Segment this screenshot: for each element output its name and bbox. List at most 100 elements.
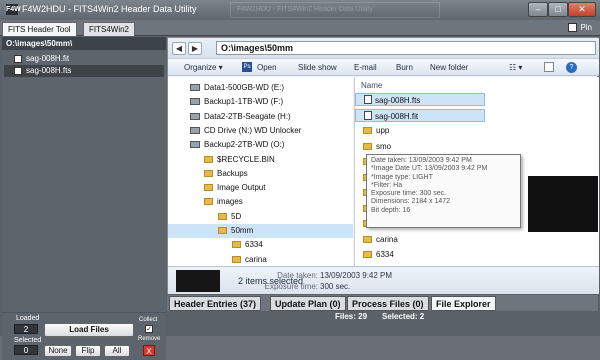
drive-icon bbox=[190, 126, 200, 134]
tree-node-label: images bbox=[217, 197, 243, 207]
tree-node-label: Data1-500GB-WD (E:) bbox=[204, 83, 285, 92]
tree-node[interactable]: CD Drive (N:) WD Unlocker bbox=[168, 124, 353, 138]
tree-node[interactable]: $RECYCLE.BIN bbox=[168, 153, 353, 167]
tree-node-label: Image Output bbox=[217, 183, 266, 193]
tree-node-label: Data2-2TB-Seagate (H:) bbox=[204, 111, 291, 121]
left-path-label: O:\images\50mm\ bbox=[2, 37, 166, 50]
minimize-button[interactable]: – bbox=[528, 2, 548, 17]
date-taken-value: 13/09/2003 9:42 PM bbox=[320, 271, 393, 280]
drive-icon bbox=[190, 141, 200, 149]
slide-show-button[interactable]: Slide show bbox=[298, 63, 337, 72]
close-button[interactable]: ✕ bbox=[568, 2, 596, 17]
new-folder-button[interactable]: New folder bbox=[430, 63, 468, 72]
tooltip-line: Exposure time: 300 sec. bbox=[371, 190, 447, 198]
file-list-item[interactable]: sag-008H.fts bbox=[355, 93, 485, 106]
details-pane: 2 items selected Date taken: 13/09/2003 … bbox=[168, 266, 599, 294]
tab-file-explorer[interactable]: File Explorer bbox=[431, 296, 496, 311]
file-list-label: 6334 bbox=[376, 250, 394, 259]
select-none-button[interactable]: None bbox=[44, 345, 72, 357]
folder-icon bbox=[218, 227, 227, 234]
tooltip-line: Bit depth: 16 bbox=[371, 206, 411, 214]
pin-checkbox[interactable] bbox=[568, 23, 578, 33]
tab-fits-header-tool[interactable]: FITS Header Tool bbox=[2, 22, 77, 36]
tree-node[interactable]: Backups bbox=[168, 167, 353, 181]
tab-process-files[interactable]: Process Files (0) bbox=[347, 296, 429, 311]
file-checkbox[interactable] bbox=[14, 55, 22, 63]
folder-tree: Data1-500GB-WD (E:) Backup1-1TB-WD (F:) Da… bbox=[168, 77, 353, 266]
file-list-item[interactable]: upp bbox=[355, 124, 485, 137]
load-files-button[interactable]: Load Files bbox=[44, 323, 134, 337]
flip-selection-button[interactable]: Flip bbox=[75, 345, 101, 357]
tree-node[interactable]: 50mm bbox=[168, 224, 353, 238]
file-list-item[interactable]: carina bbox=[355, 233, 485, 246]
folder-icon bbox=[204, 155, 213, 163]
tree-node[interactable]: 5D bbox=[168, 210, 353, 224]
forward-button[interactable]: ▶ bbox=[188, 42, 202, 55]
ghost-window-title: F4W2HDU - FITS4Win2 Header Data Utility bbox=[230, 2, 440, 18]
drive-icon bbox=[190, 112, 200, 120]
app-icon: F4W bbox=[6, 4, 21, 15]
organize-menu[interactable]: Organize ▾ bbox=[184, 63, 223, 72]
file-info-tooltip: Date taken: 13/09/2003 9:42 PM *Image Da… bbox=[366, 154, 521, 228]
top-tab-bar: FITS Header Tool FITS4Win2 Pin bbox=[0, 20, 600, 36]
folder-icon bbox=[363, 251, 372, 258]
select-all-button[interactable]: All bbox=[104, 345, 130, 357]
minimize-icon: – bbox=[535, 4, 541, 14]
collect-checkbox[interactable]: ✓ bbox=[145, 325, 153, 333]
file-icon bbox=[364, 110, 372, 120]
loaded-file-item[interactable]: sag-008H.fit bbox=[4, 53, 164, 65]
tree-node[interactable]: Image Output bbox=[168, 181, 353, 195]
tree-node[interactable]: images bbox=[168, 195, 353, 209]
help-icon[interactable]: ? bbox=[566, 62, 577, 73]
name-column-header[interactable]: Name bbox=[361, 81, 382, 90]
tree-node-label: Backup2-2TB-WD (O:) bbox=[204, 140, 285, 150]
preview-pane-icon[interactable] bbox=[544, 62, 554, 72]
tree-node-label: carina bbox=[245, 254, 267, 264]
exposure-time-value: 300 sec. bbox=[320, 282, 351, 291]
tab-fits4win2[interactable]: FITS4Win2 bbox=[83, 22, 136, 36]
address-bar: ◀ ▶ O:\images\50mm bbox=[168, 38, 599, 58]
tree-node-label: 5D bbox=[231, 211, 242, 221]
left-footer: Loaded 2 Selected 0 Load Files Collect ✓… bbox=[2, 313, 166, 360]
file-list-label: sag-008H.fts bbox=[375, 96, 421, 105]
remove-files-button[interactable]: X bbox=[143, 345, 155, 356]
folder-icon bbox=[204, 198, 213, 206]
tooltip-line: Date taken: 13/09/2003 9:42 PM bbox=[371, 157, 472, 164]
image-thumbnail bbox=[528, 176, 598, 232]
selected-label: Selected bbox=[14, 337, 42, 344]
folder-icon bbox=[232, 255, 241, 263]
main-window: F4W F4W2HDU - FITS4Win2 Header Data Util… bbox=[0, 0, 600, 360]
tab-update-plan[interactable]: Update Plan (0) bbox=[270, 296, 346, 311]
folder-icon bbox=[204, 184, 213, 192]
file-list-item[interactable]: 6334 bbox=[355, 248, 485, 261]
open-button[interactable]: Open bbox=[257, 63, 277, 72]
back-button[interactable]: ◀ bbox=[172, 42, 186, 55]
address-input[interactable]: O:\images\50mm bbox=[216, 41, 596, 55]
file-list-item[interactable]: sag-008H.fit bbox=[355, 108, 485, 122]
file-list-item[interactable]: smo bbox=[355, 140, 485, 153]
folder-icon bbox=[363, 142, 372, 150]
folder-icon bbox=[204, 169, 213, 177]
status-files: Files: 29 bbox=[335, 312, 368, 321]
tree-node[interactable]: Backup1-1TB-WD (F:) bbox=[168, 95, 353, 109]
email-button[interactable]: E-mail bbox=[354, 63, 377, 72]
tree-node[interactable]: Data2-2TB-Seagate (H:) bbox=[168, 110, 353, 124]
loaded-label: Loaded bbox=[16, 315, 40, 322]
left-panel: O:\images\50mm\ sag-008H.fit sag-008H.ft… bbox=[2, 37, 166, 360]
loaded-file-item[interactable]: sag-008H.fts bbox=[4, 65, 164, 77]
file-list-label: upp bbox=[376, 126, 390, 135]
burn-button[interactable]: Burn bbox=[396, 63, 413, 72]
tree-node[interactable]: carina bbox=[168, 253, 353, 266]
tree-node[interactable]: 6334 bbox=[168, 238, 353, 252]
folder-icon bbox=[218, 212, 227, 220]
file-checkbox[interactable] bbox=[14, 67, 22, 75]
drive-icon bbox=[190, 84, 200, 91]
pin-toggle[interactable]: Pin bbox=[568, 23, 592, 33]
maximize-button[interactable]: □ bbox=[548, 2, 568, 17]
file-icon bbox=[364, 95, 372, 104]
tree-node[interactable]: Data1-500GB-WD (E:) bbox=[168, 81, 353, 95]
tab-header-entries[interactable]: Header Entries (37) bbox=[169, 296, 262, 311]
tooltip-line: *Filter: Ha bbox=[371, 181, 403, 189]
view-options-icon[interactable]: ☷ ▾ bbox=[509, 63, 522, 72]
tree-node[interactable]: Backup2-2TB-WD (O:) bbox=[168, 138, 353, 152]
